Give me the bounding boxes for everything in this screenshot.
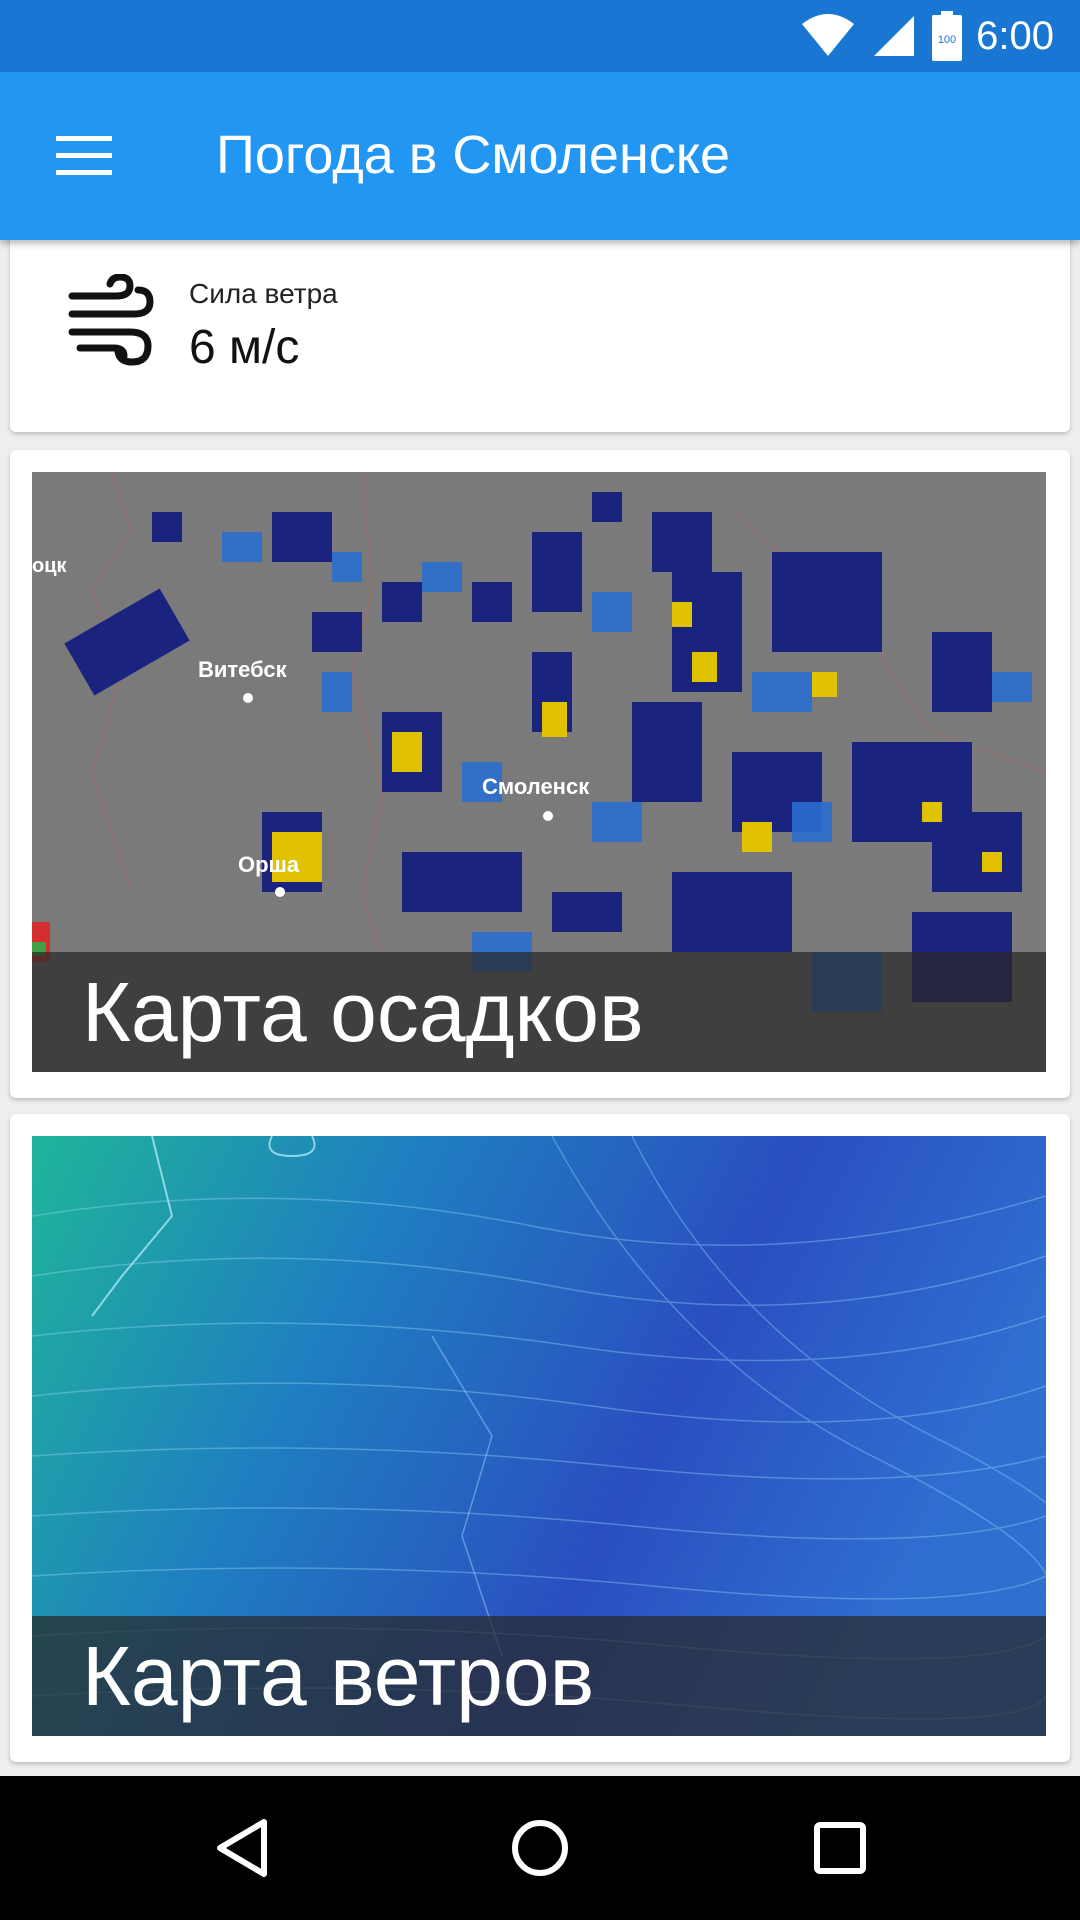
content-list[interactable]: Сила ветра 6 м/с Витебск Смоленск Орша о… bbox=[0, 240, 1080, 1776]
home-icon bbox=[512, 1820, 568, 1876]
navigation-bar bbox=[0, 1776, 1080, 1920]
wind-map-caption-bar: Карта ветров bbox=[32, 1616, 1046, 1736]
recent-apps-button[interactable] bbox=[804, 1812, 876, 1884]
battery-icon: 100 bbox=[932, 11, 963, 61]
cell-signal-icon bbox=[872, 14, 916, 58]
back-button[interactable] bbox=[206, 1812, 278, 1884]
map-edge-label: оцк bbox=[32, 555, 68, 577]
wind-speed-card: Сила ветра 6 м/с bbox=[10, 240, 1070, 432]
wind-map-image[interactable]: Карта ветров bbox=[32, 1136, 1046, 1736]
city-label-vitebsk: Витебск bbox=[198, 657, 288, 682]
city-label-orsha: Орша bbox=[238, 852, 300, 877]
precipitation-map-image[interactable]: Витебск Смоленск Орша оцк Карта осадков bbox=[32, 472, 1046, 1072]
city-label-smolensk: Смоленск bbox=[482, 774, 590, 799]
wifi-icon bbox=[800, 14, 856, 58]
menu-button[interactable] bbox=[48, 128, 120, 184]
wind-map-card[interactable]: Карта ветров bbox=[10, 1114, 1070, 1762]
app-bar: Погода в Смоленске bbox=[0, 72, 1080, 240]
wind-speed-label: Сила ветра bbox=[189, 278, 338, 309]
precipitation-map-title: Карта осадков bbox=[82, 965, 644, 1059]
wind-speed-value: 6 м/с bbox=[189, 321, 300, 374]
page-title: Погода в Смоленске bbox=[216, 125, 731, 185]
hamburger-menu-icon bbox=[56, 136, 112, 175]
precipitation-map-caption-bar: Карта осадков bbox=[32, 952, 1046, 1072]
precipitation-map-card[interactable]: Витебск Смоленск Орша оцк Карта осадков bbox=[10, 450, 1070, 1098]
home-button[interactable] bbox=[504, 1812, 576, 1884]
wind-icon bbox=[60, 273, 156, 375]
status-bar: 100 6:00 bbox=[0, 0, 1080, 72]
recent-apps-icon bbox=[814, 1822, 866, 1874]
status-time: 6:00 bbox=[976, 13, 1054, 58]
back-icon bbox=[217, 1819, 267, 1877]
battery-level: 100 bbox=[938, 34, 956, 46]
wind-map-title: Карта ветров bbox=[82, 1629, 595, 1723]
